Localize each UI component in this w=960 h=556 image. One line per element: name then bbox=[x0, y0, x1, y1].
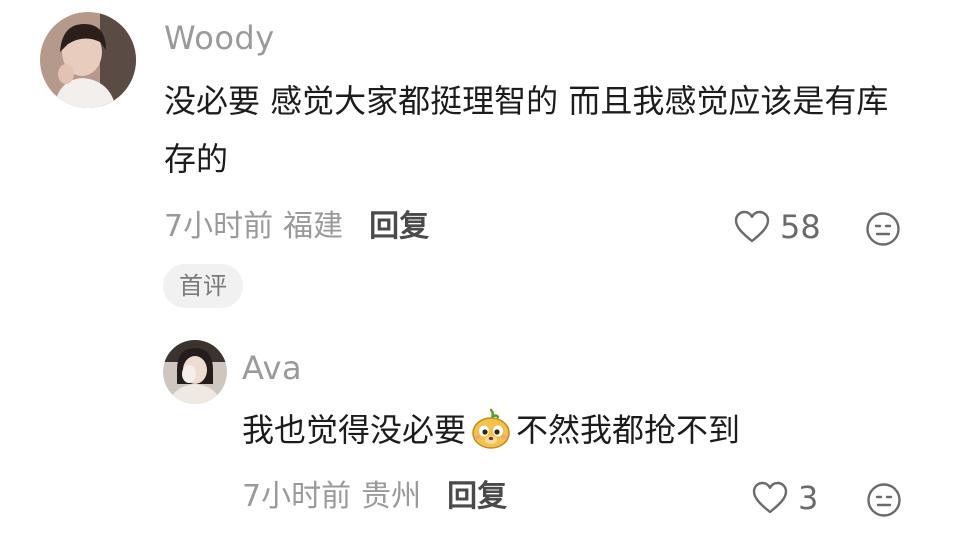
reply-text: 我也觉得没必要 不然我都抢不到 bbox=[242, 401, 740, 459]
reply-text-part: 我也觉得没必要 bbox=[242, 411, 467, 449]
first-comment-badge: 首评 bbox=[163, 264, 243, 308]
dog-face-emoji-icon bbox=[470, 408, 512, 450]
location: 贵州 bbox=[361, 479, 422, 514]
username[interactable]: Ava bbox=[242, 352, 302, 384]
reply-meta: 7小时前 贵州 回复 bbox=[242, 482, 507, 512]
heart-icon bbox=[752, 481, 788, 514]
like-button[interactable]: 58 bbox=[734, 210, 821, 244]
avatar[interactable] bbox=[163, 340, 227, 404]
dislike-button[interactable] bbox=[866, 482, 902, 518]
reply-button[interactable]: 回复 bbox=[447, 482, 507, 512]
reply-button[interactable]: 回复 bbox=[369, 212, 429, 242]
location: 福建 bbox=[283, 209, 344, 244]
comment-thread: Woody 没必要 感觉大家都挺理智的 而且我感觉应该是有库存的 7小时前 福建… bbox=[0, 0, 960, 556]
timestamp: 7小时前 bbox=[164, 209, 274, 244]
dislike-button[interactable] bbox=[865, 211, 901, 247]
meh-face-icon bbox=[867, 483, 901, 517]
username[interactable]: Woody bbox=[164, 22, 275, 54]
heart-icon bbox=[734, 210, 770, 243]
like-count: 3 bbox=[798, 479, 819, 517]
avatar[interactable] bbox=[40, 12, 136, 108]
like-count: 58 bbox=[780, 208, 821, 246]
reply-text-part: 不然我都抢不到 bbox=[516, 411, 741, 449]
like-button[interactable]: 3 bbox=[752, 481, 818, 515]
comment-text: 没必要 感觉大家都挺理智的 而且我感觉应该是有库存的 bbox=[164, 82, 889, 178]
timestamp: 7小时前 bbox=[242, 479, 352, 514]
comment-meta: 7小时前 福建 回复 bbox=[164, 212, 429, 242]
meh-face-icon bbox=[866, 212, 900, 246]
